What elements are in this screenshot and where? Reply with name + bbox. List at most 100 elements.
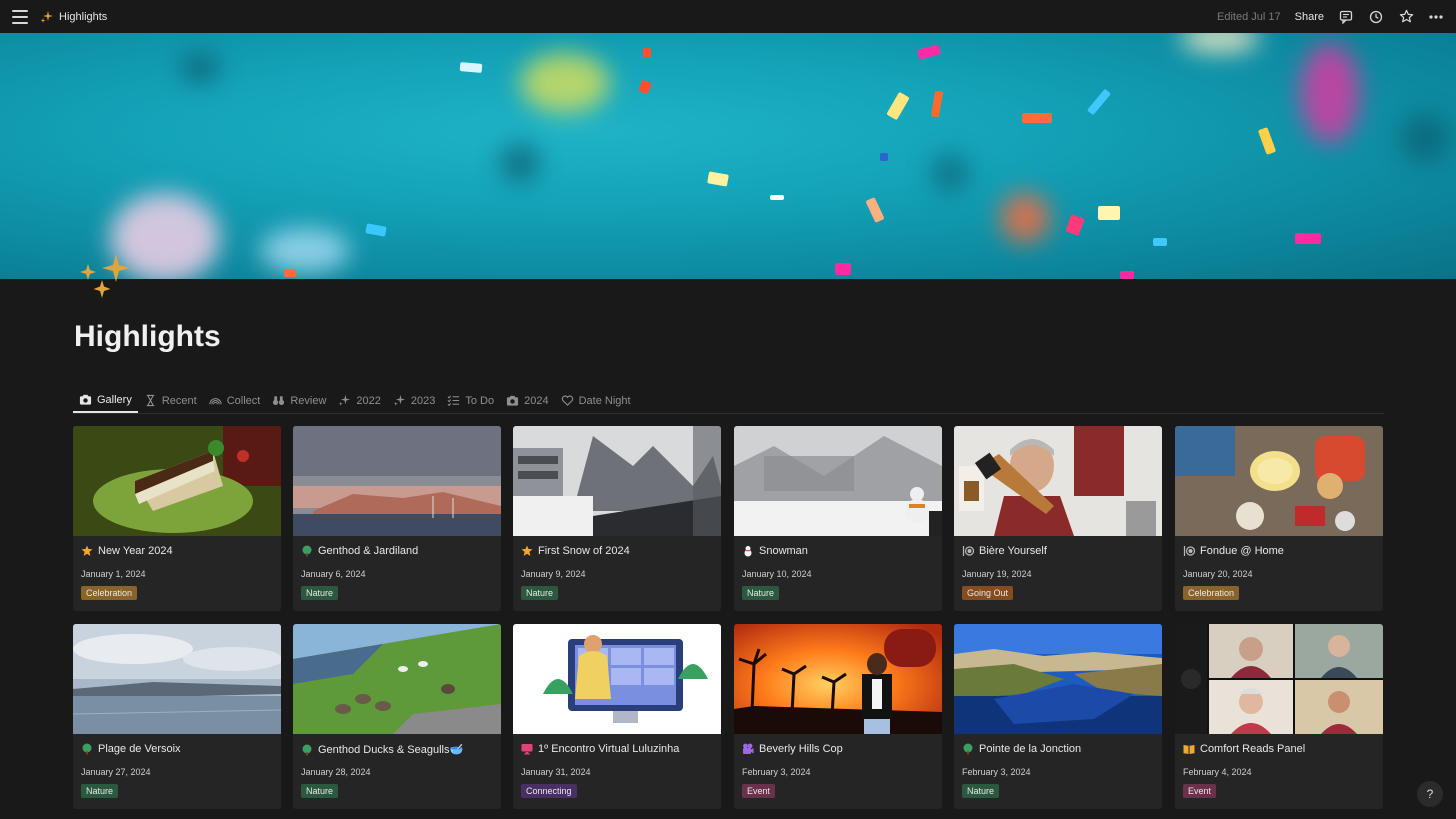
snowman-icon <box>744 546 752 557</box>
card-title: Plage de Versoix <box>81 743 181 755</box>
card-title-text: First Snow of 2024 <box>538 545 630 557</box>
card-photo <box>734 426 942 536</box>
help-button[interactable]: ? <box>1417 781 1443 807</box>
gallery-card[interactable]: Pointe de la Jonction February 3, 2024 N… <box>954 624 1162 809</box>
card-tag: Celebration <box>81 586 138 600</box>
sparkles-icon[interactable] <box>78 252 132 302</box>
top-bar: Highlights Edited Jul 17 Share <box>0 0 1456 33</box>
card-date: February 4, 2024 <box>1183 767 1252 777</box>
star-icon <box>81 545 93 556</box>
gallery-card[interactable]: Snowman January 10, 2024 Nature <box>734 426 942 611</box>
gallery-card[interactable]: Bière Yourself January 19, 2024 Going Ou… <box>954 426 1162 611</box>
card-tag: Going Out <box>962 586 1014 600</box>
card-title: Genthod & Jardiland <box>301 545 418 557</box>
breadcrumb-page-name: Highlights <box>59 10 108 23</box>
card-photo <box>734 624 942 734</box>
tab-2022[interactable]: 2022 <box>332 388 386 413</box>
card-title: Fondue @ Home <box>1183 545 1284 557</box>
card-tag: Event <box>742 784 776 798</box>
card-title-text: Fondue @ Home <box>1200 545 1284 557</box>
tab-label: Date Night <box>578 394 631 407</box>
tree-icon <box>302 744 312 755</box>
tab-recent[interactable]: Recent <box>138 388 203 413</box>
card-tag: Nature <box>301 784 339 798</box>
gallery-card[interactable]: New Year 2024 January 1, 2024 Celebratio… <box>73 426 281 611</box>
card-title: Genthod Ducks & Seagulls🥣 <box>301 743 463 756</box>
binoculars-icon <box>273 396 285 405</box>
card-photo <box>513 624 721 734</box>
gallery-card[interactable]: Genthod & Jardiland January 6, 2024 Natu… <box>293 426 501 611</box>
gallery-card[interactable]: Plage de Versoix January 27, 2024 Nature <box>73 624 281 809</box>
card-title: Bière Yourself <box>962 545 1047 557</box>
favorite-star-icon[interactable] <box>1398 9 1414 25</box>
tab-label: 2023 <box>410 394 436 407</box>
card-title: 1º Encontro Virtual Luluzinha <box>521 743 679 755</box>
camera-icon <box>507 395 519 406</box>
dining-icon <box>962 546 974 556</box>
book-icon <box>1183 745 1195 754</box>
card-title-text: Comfort Reads Panel <box>1200 743 1306 755</box>
card-tag: Event <box>1183 784 1217 798</box>
card-title-text: Genthod & Jardiland <box>318 545 419 557</box>
card-date: January 1, 2024 <box>81 569 146 579</box>
tab-label: Review <box>290 394 327 407</box>
more-icon[interactable] <box>1428 9 1444 25</box>
tab-label: 2022 <box>356 394 381 407</box>
card-date: February 3, 2024 <box>742 767 811 777</box>
card-title-text: Pointe de la Jonction <box>979 743 1082 755</box>
tab-label: 2024 <box>524 394 549 407</box>
tab-collect[interactable]: Collect <box>203 388 267 413</box>
comments-icon[interactable] <box>1338 9 1354 25</box>
tree-icon <box>82 743 92 755</box>
card-photo <box>73 624 281 734</box>
rainbow-icon <box>209 398 222 405</box>
gallery-card[interactable]: Genthod Ducks & Seagulls🥣 January 28, 20… <box>293 624 501 809</box>
tab-2024[interactable]: 2024 <box>500 388 554 413</box>
checklist-icon <box>447 395 460 407</box>
tab-review[interactable]: Review <box>266 388 332 413</box>
monitor-icon <box>521 744 533 755</box>
card-date: January 6, 2024 <box>301 569 366 579</box>
database-view-tabs: Gallery Recent Collect Review 2022 2023 … <box>73 388 1384 414</box>
card-photo <box>293 426 501 536</box>
gallery-card[interactable]: Fondue @ Home January 20, 2024 Celebrati… <box>1175 426 1383 611</box>
sparkles-icon <box>40 10 53 23</box>
card-date: January 31, 2024 <box>521 767 591 777</box>
card-title-text: Beverly Hills Cop <box>759 743 843 755</box>
tab-label: Recent <box>161 394 197 407</box>
card-date: January 9, 2024 <box>521 569 586 579</box>
film-camera-icon <box>743 743 754 754</box>
gallery-card[interactable]: First Snow of 2024 January 9, 2024 Natur… <box>513 426 721 611</box>
tab-to-do[interactable]: To Do <box>441 388 500 413</box>
page-title[interactable]: Highlights <box>74 320 221 354</box>
card-tag: Nature <box>81 784 119 798</box>
card-title-text: Bière Yourself <box>979 545 1047 557</box>
card-photo <box>954 624 1162 734</box>
tab-date-night[interactable]: Date Night <box>555 388 637 413</box>
tab-gallery[interactable]: Gallery <box>73 388 138 413</box>
gallery-card[interactable]: Comfort Reads Panel February 4, 2024 Eve… <box>1175 624 1383 809</box>
share-button[interactable]: Share <box>1295 11 1324 23</box>
card-photo <box>1175 624 1383 734</box>
card-title: Snowman <box>742 545 808 557</box>
tree-icon <box>302 545 312 557</box>
tab-label: To Do <box>465 394 495 407</box>
card-photo <box>293 624 501 734</box>
breadcrumb[interactable]: Highlights <box>40 10 107 24</box>
card-date: January 10, 2024 <box>742 569 812 579</box>
card-title: First Snow of 2024 <box>521 545 630 557</box>
gallery-card[interactable]: Beverly Hills Cop February 3, 2024 Event <box>734 624 942 809</box>
card-title: New Year 2024 <box>81 545 173 557</box>
tab-2023[interactable]: 2023 <box>387 388 441 413</box>
card-tag: Nature <box>962 784 1000 798</box>
history-icon[interactable] <box>1368 9 1384 25</box>
gallery-card[interactable]: 1º Encontro Virtual Luluzinha January 31… <box>513 624 721 809</box>
tab-label: Gallery <box>97 393 132 406</box>
heart-icon <box>561 395 573 406</box>
card-tag: Connecting <box>521 784 577 798</box>
card-photo <box>954 426 1162 536</box>
sparkle-icon <box>339 394 351 406</box>
sidebar-menu-icon[interactable] <box>12 9 28 24</box>
card-title: Pointe de la Jonction <box>962 743 1081 755</box>
card-title-text: 1º Encontro Virtual Luluzinha <box>538 743 680 755</box>
